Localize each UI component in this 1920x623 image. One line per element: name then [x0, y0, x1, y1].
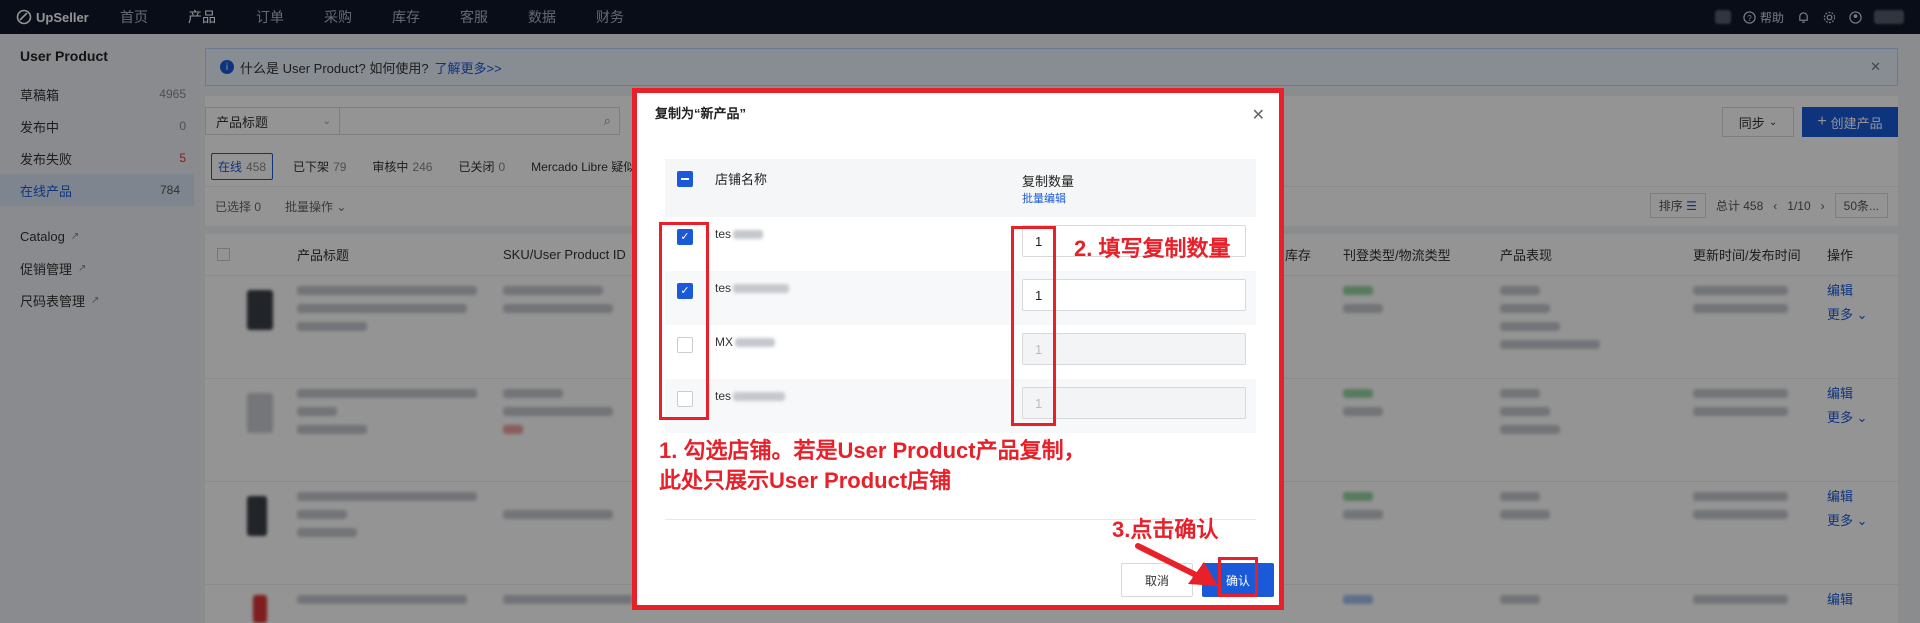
- blurred-text: [733, 283, 790, 293]
- store-name: tes: [715, 389, 786, 403]
- blurred-text: [735, 337, 775, 347]
- select-all-checkbox[interactable]: [677, 171, 693, 187]
- close-icon[interactable]: ✕: [1252, 105, 1265, 125]
- store-name: tes: [715, 281, 790, 295]
- annotation-step1-line1: 1. 勾选店铺。若是User Product产品复制，: [659, 438, 1086, 463]
- indeterminate-icon: [681, 178, 689, 180]
- store-row: tes 1: [665, 379, 1256, 433]
- annotation-arrow-icon: [1135, 543, 1218, 586]
- store-name: tes: [715, 227, 764, 241]
- blurred-text: [733, 391, 786, 401]
- col-copy-qty: 复制数量: [1022, 174, 1075, 189]
- annotation-step2: 2. 填写复制数量: [1074, 236, 1231, 261]
- qty-column-highlight: [1011, 226, 1056, 426]
- store-table-header: 店铺名称 复制数量 批量编辑: [665, 159, 1256, 217]
- col-store-name: 店铺名称: [715, 172, 768, 187]
- store-name-prefix: tes: [715, 389, 732, 403]
- dialog-title: 复制为“新产品”: [655, 106, 747, 121]
- annotation-step1-line2: 此处只展示User Product店铺: [659, 468, 952, 493]
- store-name-prefix: tes: [715, 227, 732, 241]
- store-name-prefix: tes: [715, 281, 732, 295]
- store-row: MX 1: [665, 325, 1256, 379]
- batch-edit-link[interactable]: 批量编辑: [1022, 190, 1066, 206]
- checkbox-column-highlight: [659, 222, 709, 420]
- store-row: ✓ tes 1: [665, 271, 1256, 325]
- store-name: MX: [715, 335, 775, 349]
- store-name-prefix: MX: [715, 335, 733, 349]
- blurred-text: [733, 229, 764, 239]
